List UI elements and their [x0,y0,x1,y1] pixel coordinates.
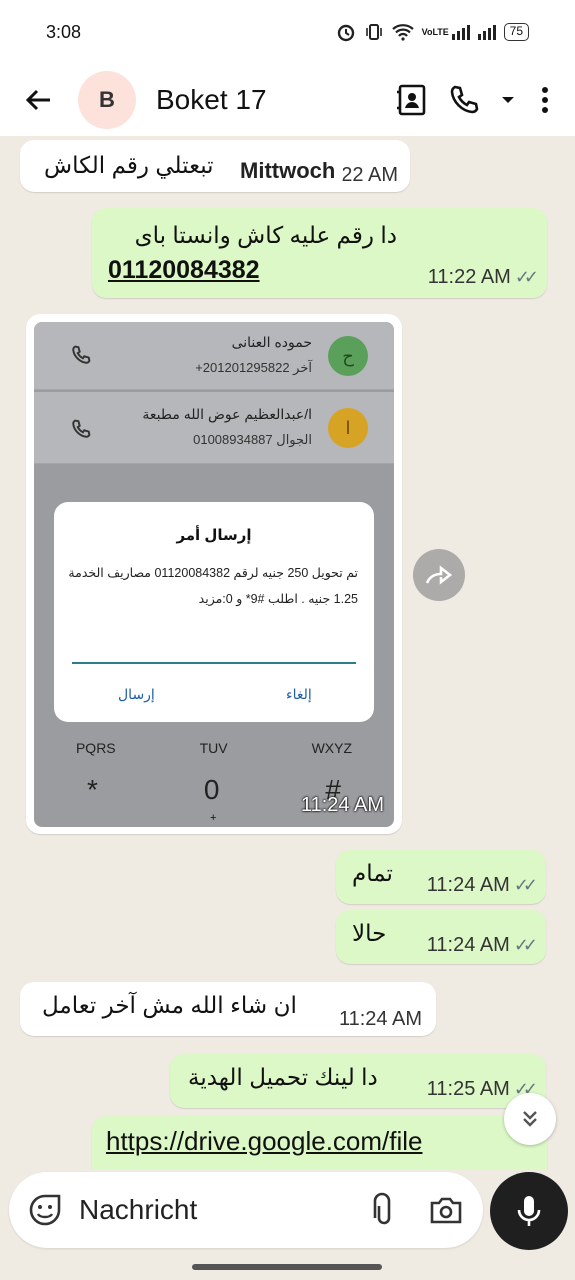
shot-contact-avatar: ح [328,336,368,376]
message-time: 11:24 AM ✓✓ [426,874,538,896]
mic-icon [517,1196,541,1226]
voice-message-button[interactable] [490,1172,568,1250]
signal-icon [451,24,470,40]
phone-icon[interactable] [447,83,481,117]
message-outgoing[interactable]: دا لينك تحميل الهدية 11:25 AM ✓✓ [170,1054,546,1108]
chat-header: B Boket 17 [0,64,575,136]
forward-icon [425,565,453,585]
volte-label: VoLTE [421,26,449,37]
date-chip: Mittwoch [232,156,344,186]
phone-number-link[interactable]: 01120084382 [108,256,260,285]
shot-key: 0 [203,774,220,805]
message-time: 11:24 AM [300,794,384,816]
shot-contact-name: ا/عبدالعظيم عوض الله مطبعة [142,406,312,422]
battery-icon: 75 [503,23,529,41]
shot-key: * [86,774,98,805]
message-text: تبعتلي رقم الكاش [44,152,214,178]
vibrate-icon [365,24,382,40]
message-incoming[interactable]: ان شاء الله مش آخر تعامل 11:24 AM [20,982,436,1036]
screenshot-image[interactable]: حموده العنانى آخر 201201295822+ ح ا/عبدا… [34,322,394,827]
camera-icon[interactable] [429,1195,463,1225]
drive-link[interactable]: https://drive.google.com/file [106,1126,423,1157]
scroll-to-bottom-button[interactable] [504,1093,556,1145]
shot-key: WXYZ [311,740,353,756]
shot-cancel-button: إلغاء [286,686,312,702]
avatar[interactable]: B [78,71,136,129]
shot-contact-row: ا/عبدالعظيم عوض الله مطبعة الجوال 010089… [34,392,394,464]
status-bar: 3:08 VoLTE 75 [0,0,575,64]
emoji-icon[interactable] [27,1192,63,1228]
signal-icon-2 [477,24,496,40]
message-list[interactable]: تبعتلي رقم الكاش 11:22 AM Mittwoch دا رق… [0,136,575,1170]
status-icons: VoLTE 75 [336,22,529,42]
shot-contact-row: حموده العنانى آخر 201201295822+ ح [34,322,394,390]
shot-key: PQRS [75,740,116,756]
contact-name[interactable]: Boket 17 [156,84,395,116]
message-text: تمام [352,860,393,886]
message-outgoing[interactable]: تمام 11:24 AM ✓✓ [336,850,546,904]
message-outgoing[interactable]: دا رقم عليه كاش وانستا باى 01120084382 1… [92,208,547,298]
back-button[interactable] [0,64,78,136]
message-outgoing[interactable]: حالا 11:24 AM ✓✓ [336,910,546,964]
message-time: 11:24 AM [338,1008,422,1030]
back-arrow-icon [25,89,50,111]
dropdown-icon[interactable] [499,91,517,109]
shot-send-button: إرسال [118,686,155,702]
wifi-icon [391,24,414,41]
status-time: 3:08 [46,21,82,42]
home-indicator[interactable] [192,1264,382,1270]
shot-dialog-input [72,662,356,664]
shot-key-sub: + [210,812,217,824]
double-check-icon: ✓✓ [513,875,538,895]
message-time: 11:24 AM ✓✓ [426,934,538,956]
shot-contact-number: آخر 201201295822+ [195,360,312,375]
double-check-icon: ✓✓ [514,267,539,287]
shot-contact-avatar: ا [328,408,368,448]
more-vert-icon[interactable] [535,83,555,117]
message-input[interactable]: Nachricht [79,1194,369,1226]
message-text: حالا [352,920,387,946]
double-check-icon: ✓✓ [513,935,538,955]
shot-dialog-body: تم تحويل 250 جنيه لرقم 01120084382 مصاري… [68,566,358,606]
alarm-icon [337,24,354,42]
message-input-container[interactable]: Nachricht [9,1172,483,1248]
shot-dialog-title: إرسال أمر [176,527,252,544]
forward-button[interactable] [413,549,465,601]
message-text: دا لينك تحميل الهدية [188,1064,378,1090]
message-outgoing[interactable]: https://drive.google.com/file [92,1116,547,1170]
message-time: 11:22 AM ✓✓ [427,266,539,288]
message-incoming[interactable]: تبعتلي رقم الكاش 11:22 AM [20,140,410,192]
shot-dialog: إرسال أمر تم تحويل 250 جنيه لرقم 0112008… [54,502,374,722]
message-text: دا رقم عليه كاش وانستا باى [134,222,397,248]
shot-call-icon [72,419,91,438]
shot-keypad-letters: PQRS TUV WXYZ [34,740,394,756]
shot-contact-name: حموده العنانى [231,334,312,350]
message-text: ان شاء الله مش آخر تعامل [42,992,297,1018]
shot-key: TUV [199,740,228,756]
composer: Nachricht [0,1170,575,1280]
shot-contact-number: الجوال 01008934887 [193,432,312,447]
attach-icon[interactable] [369,1192,399,1228]
contact-card-icon[interactable] [395,83,429,117]
shot-call-icon [72,345,91,364]
double-chevron-down-icon [523,1111,537,1127]
